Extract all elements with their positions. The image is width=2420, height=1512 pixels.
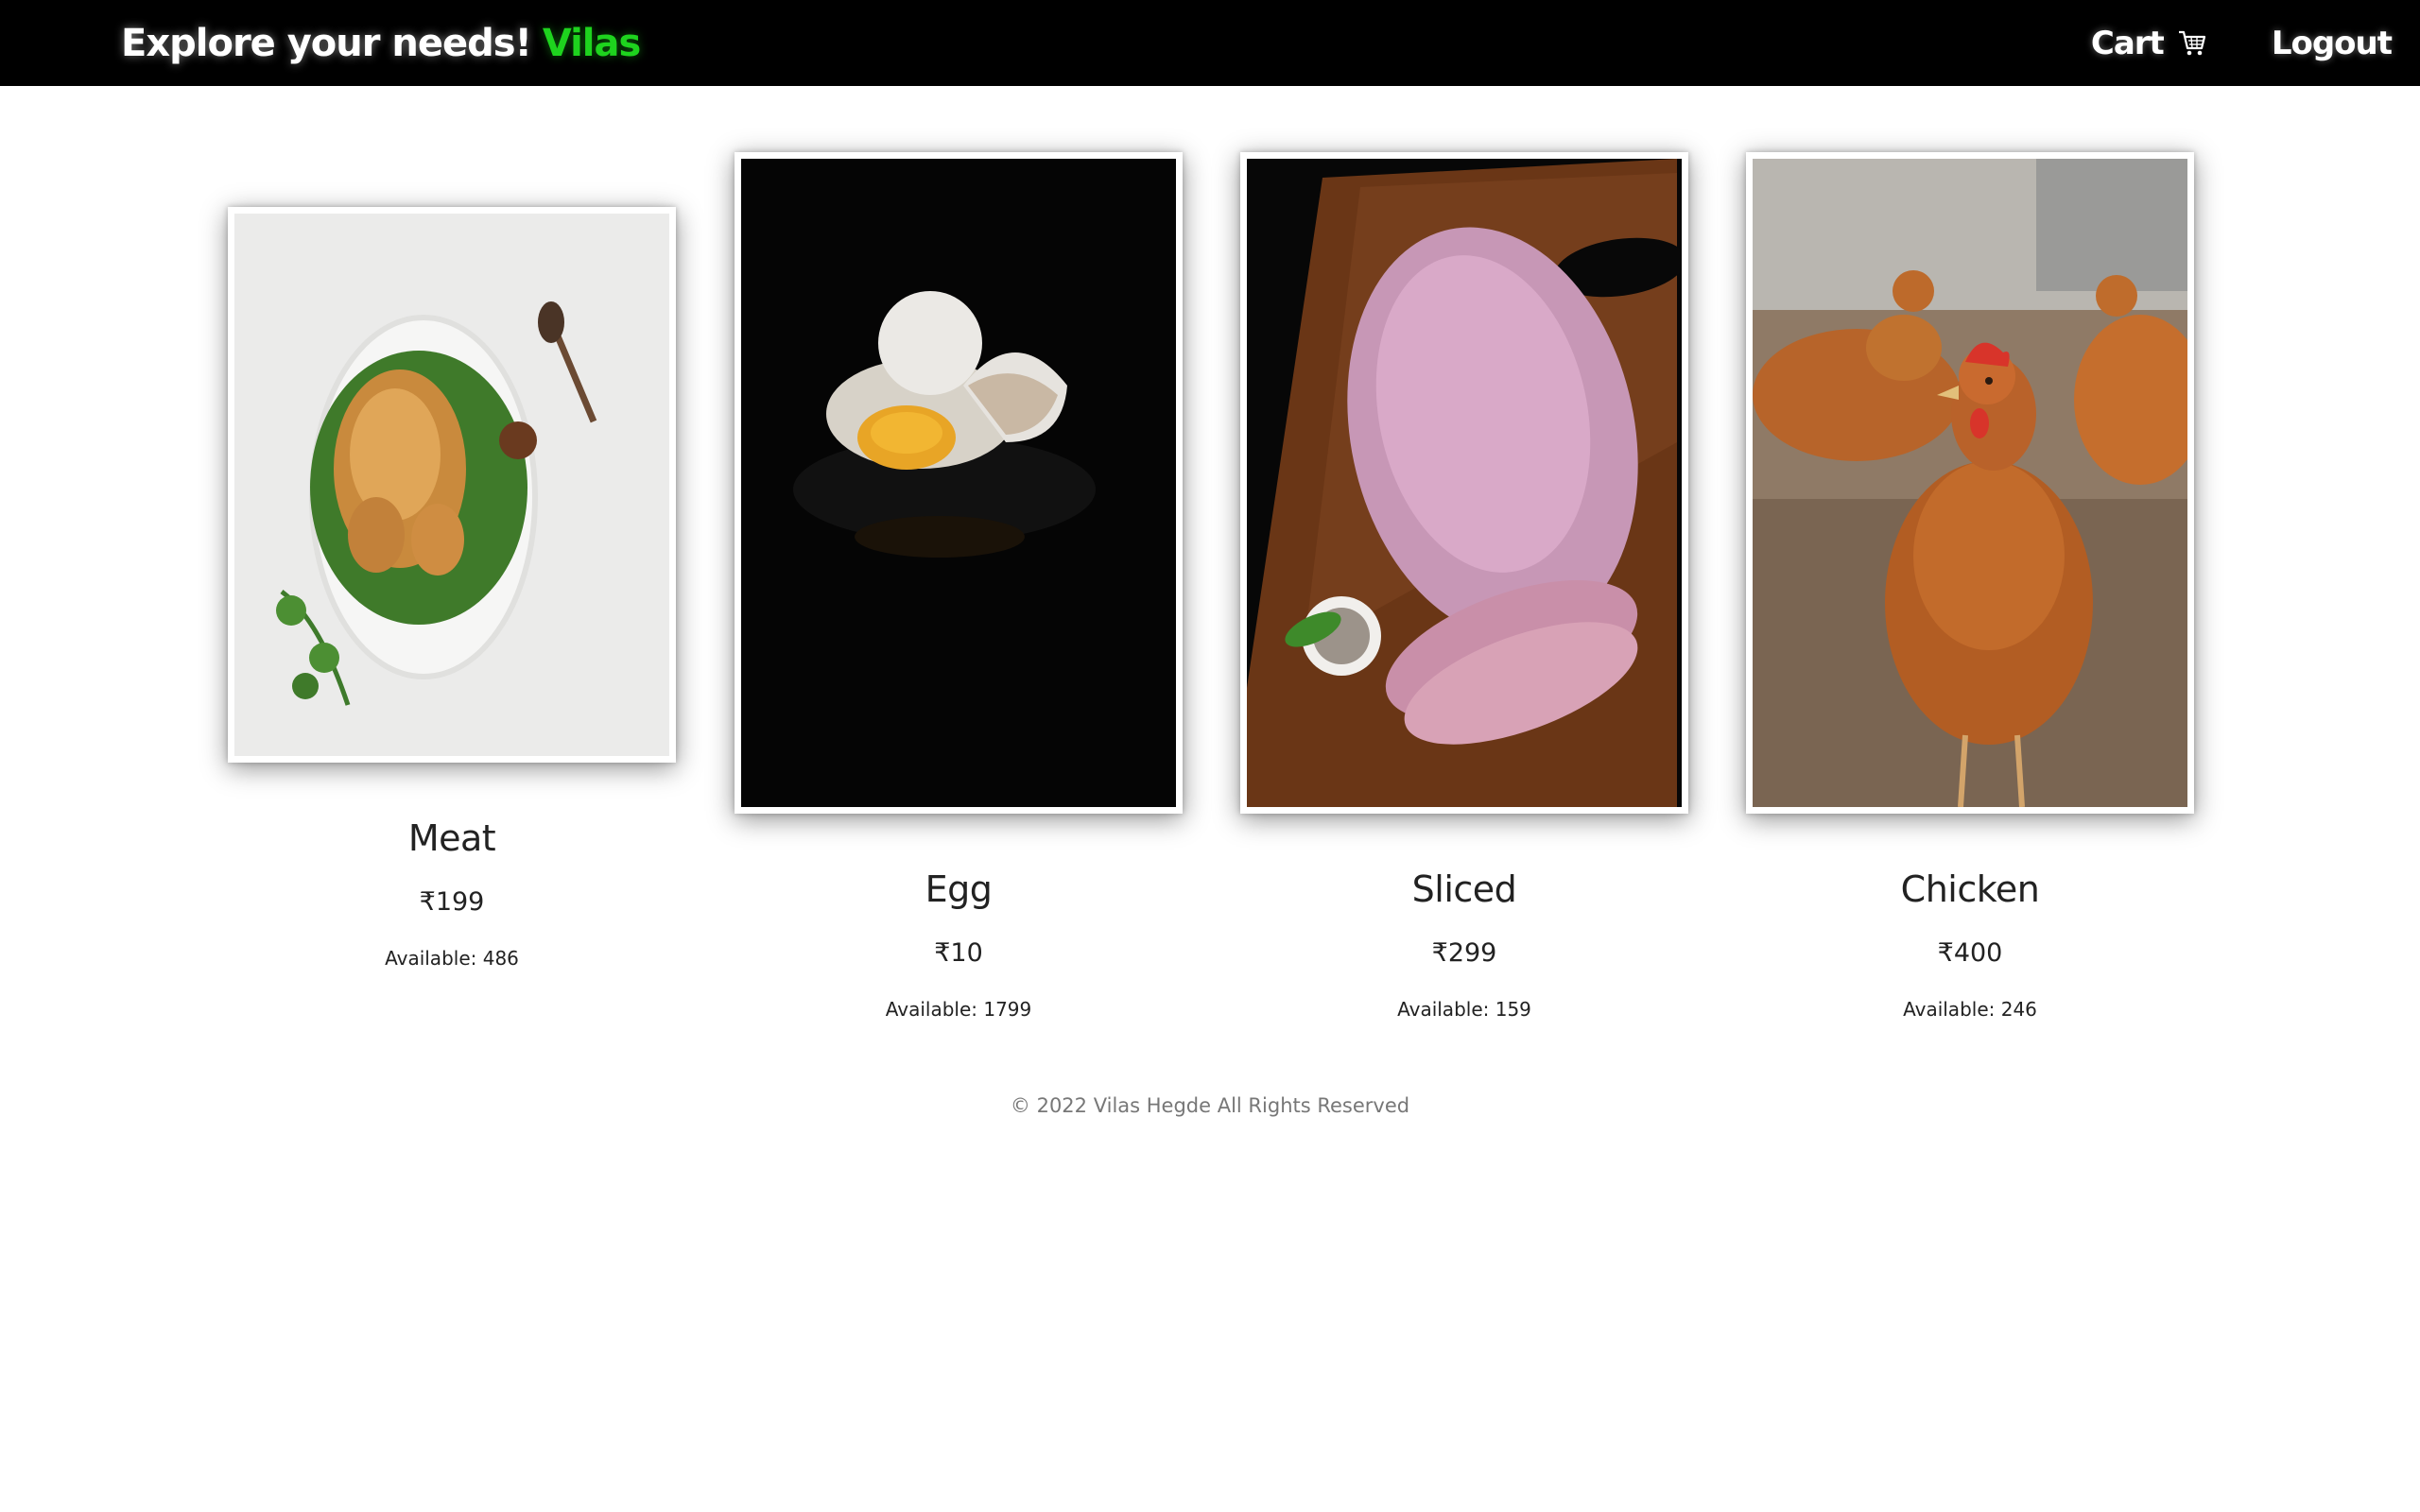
brand-username: Vilas (542, 21, 641, 65)
product-price: ₹299 (1431, 938, 1497, 968)
roast-chicken-image (234, 214, 669, 756)
product-price: ₹10 (934, 938, 983, 968)
cracked-egg-image (741, 159, 1176, 807)
product-image-egg[interactable] (735, 152, 1183, 814)
product-availability: Available: 486 (385, 947, 519, 970)
product-price: ₹400 (1937, 938, 2003, 968)
product-availability: Available: 246 (1903, 998, 2037, 1021)
product-card-chicken[interactable]: Chicken ₹400 Available: 246 (1746, 152, 2194, 1021)
product-name: Chicken (1900, 868, 2040, 910)
product-price: ₹199 (419, 887, 485, 917)
live-hens-image (1753, 159, 2187, 807)
product-name: Egg (925, 868, 993, 910)
product-image-sliced[interactable] (1240, 152, 1688, 814)
product-card-meat[interactable]: Meat ₹199 Available: 486 (228, 207, 676, 970)
product-image-chicken[interactable] (1746, 152, 2194, 814)
top-navbar: Explore your needs! Vilas Cart Logout (0, 0, 2420, 86)
product-card-sliced[interactable]: Sliced ₹299 Available: 159 (1240, 152, 1688, 1021)
product-availability: Available: 159 (1397, 998, 1531, 1021)
cart-icon (2177, 29, 2207, 58)
cart-label: Cart (2090, 24, 2165, 62)
nav-actions: Cart Logout (2091, 0, 2393, 86)
product-image-meat[interactable] (228, 207, 676, 763)
logout-link[interactable]: Logout (2272, 25, 2393, 62)
product-availability: Available: 1799 (885, 998, 1032, 1021)
footer-copyright: © 2022 Vilas Hegde All Rights Reserved (1010, 1094, 1410, 1117)
sliced-meat-image (1247, 159, 1682, 807)
product-card-egg[interactable]: Egg ₹10 Available: 1799 (735, 152, 1183, 1021)
cart-link[interactable]: Cart (2091, 25, 2207, 62)
brand-title[interactable]: Explore your needs! Vilas (121, 0, 641, 86)
brand-prefix: Explore your needs! (121, 21, 532, 65)
product-name: Meat (407, 817, 496, 859)
product-grid: Meat ₹199 Available: 486 Egg ₹10 Availab… (0, 86, 2420, 1031)
product-name: Sliced (1411, 868, 1517, 910)
